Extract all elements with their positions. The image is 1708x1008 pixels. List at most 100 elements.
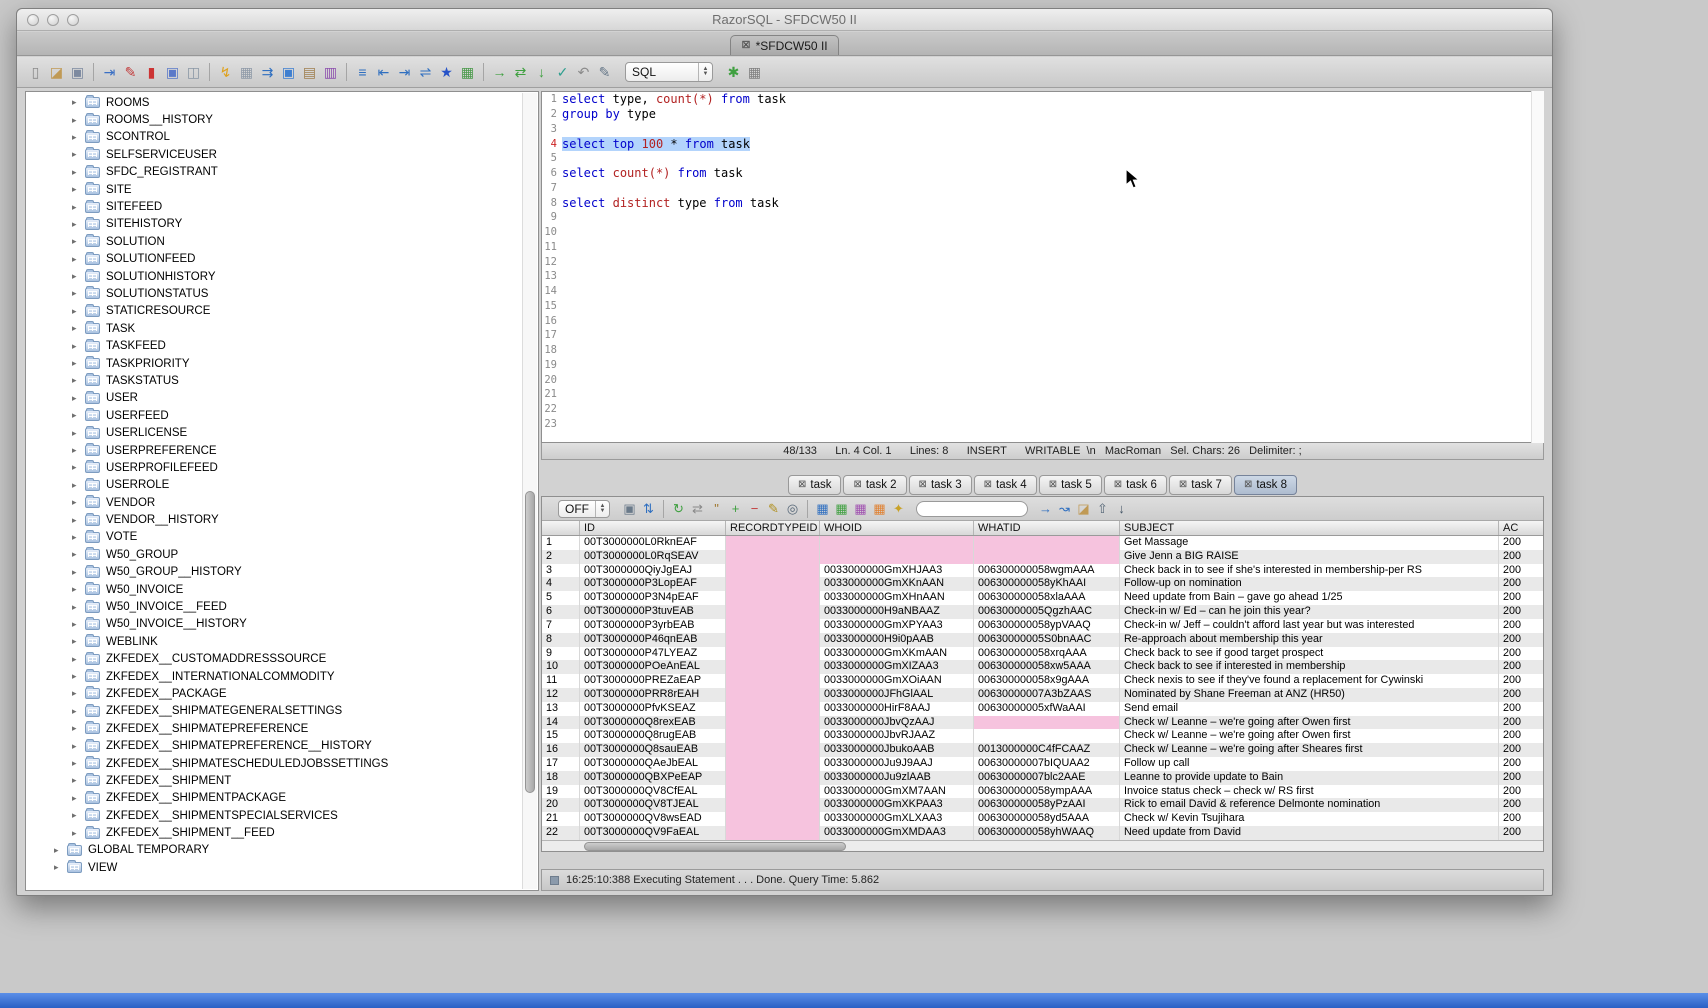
indent-right-icon[interactable]: ⇥	[394, 62, 415, 83]
cell[interactable]: 200	[1499, 688, 1543, 702]
results-search-input[interactable]	[916, 501, 1028, 517]
disclosure-triangle-icon[interactable]: ▸	[72, 810, 85, 821]
column-header[interactable]	[542, 521, 580, 535]
cell[interactable]: 200	[1499, 536, 1543, 550]
cell[interactable]: 00T3000000POeAnEAL	[580, 660, 726, 674]
tree-item[interactable]: ▸W50_INVOICE	[26, 581, 538, 598]
cell[interactable]	[974, 536, 1120, 550]
tree-item[interactable]: ▸ZKFEDEX__PACKAGE	[26, 685, 538, 702]
tree-item[interactable]: ▸GLOBAL TEMPORARY	[26, 842, 538, 859]
editor-line[interactable]: 13	[542, 269, 1543, 284]
editor-line[interactable]: 15	[542, 299, 1543, 314]
cell[interactable]: 0033000000HirF8AAJ	[820, 702, 974, 716]
export-file-icon[interactable]: ⇧	[1093, 499, 1112, 518]
commit-icon[interactable]: ✓	[552, 62, 573, 83]
editor-line[interactable]: 21	[542, 387, 1543, 402]
cell[interactable]: 0033000000GmXHnAAN	[820, 591, 974, 605]
disclosure-triangle-icon[interactable]: ▸	[72, 358, 85, 369]
tree-item[interactable]: ▸USERPROFILEFEED	[26, 459, 538, 476]
tree-item[interactable]: ▸TASK	[26, 320, 538, 337]
cell[interactable]: 00T3000000L0RknEAF	[580, 536, 726, 550]
cell[interactable]: 00T3000000P3N4pEAF	[580, 591, 726, 605]
cell[interactable]: 200	[1499, 647, 1543, 661]
disclosure-triangle-icon[interactable]: ▸	[72, 793, 85, 804]
download-icon[interactable]: ↓	[1112, 499, 1131, 518]
cell[interactable]: 00T3000000P3yrbEAB	[580, 619, 726, 633]
cell[interactable]: 00T3000000QBXPeEAP	[580, 771, 726, 785]
cell[interactable]: 200	[1499, 660, 1543, 674]
close-tab-icon[interactable]: ⊠	[1179, 480, 1187, 490]
disclosure-triangle-icon[interactable]: ▸	[72, 480, 85, 491]
cell[interactable]: Check w/ Leanne – we're going after Owen…	[1120, 716, 1499, 730]
table-row[interactable]: 1700T3000000QAeJbEAL0033000000Ju9J9AAJ00…	[542, 757, 1543, 771]
result-tab[interactable]: ⊠task 5	[1039, 475, 1102, 495]
cell[interactable]: 006300000058xrqAAA	[974, 647, 1120, 661]
connection-tab[interactable]: ⊠ *SFDCW50 II	[730, 35, 838, 55]
table-row[interactable]: 1100T3000000PREZaEAP0033000000GmXOiAAN00…	[542, 674, 1543, 688]
cell[interactable]: 0033000000JbvRJAAZ	[820, 729, 974, 743]
editor-line[interactable]: 3	[542, 122, 1543, 137]
follow-fk-icon[interactable]: ↝	[1055, 499, 1074, 518]
result-tab[interactable]: ⊠task 4	[974, 475, 1037, 495]
column-header[interactable]: RECORDTYPEID	[726, 521, 820, 535]
close-tab-icon[interactable]: ⊠	[798, 480, 806, 490]
table-row[interactable]: 700T3000000P3yrbEAB0033000000GmXPYAA3006…	[542, 619, 1543, 633]
editor-line[interactable]: 20	[542, 372, 1543, 387]
cell[interactable]: 0033000000Ju9J9AAJ	[820, 757, 974, 771]
cell[interactable]: 0033000000GmXOiAAN	[820, 674, 974, 688]
cell[interactable]: 006300000058yhWAAQ	[974, 826, 1120, 840]
disclosure-triangle-icon[interactable]: ▸	[72, 202, 85, 213]
tree-item[interactable]: ▸TASKPRIORITY	[26, 355, 538, 372]
cell[interactable]: 00T3000000QV9FaEAL	[580, 826, 726, 840]
sql-editor[interactable]: 1select type, count(*) from task2group b…	[541, 91, 1544, 443]
cell[interactable]: 200	[1499, 605, 1543, 619]
disclosure-triangle-icon[interactable]: ▸	[72, 688, 85, 699]
disclosure-triangle-icon[interactable]: ▸	[72, 393, 85, 404]
refresh-icon[interactable]: ↻	[669, 499, 688, 518]
cell[interactable]	[726, 674, 820, 688]
cell[interactable]: 00630000007blc2AAE	[974, 771, 1120, 785]
cell[interactable]	[726, 757, 820, 771]
cell[interactable]: Leanne to provide update to Bain	[1120, 771, 1499, 785]
table-row[interactable]: 2100T3000000QV8wsEAD0033000000GmXLXAA300…	[542, 812, 1543, 826]
rollback-icon[interactable]: ↶	[573, 62, 594, 83]
disclosure-triangle-icon[interactable]: ▸	[72, 236, 85, 247]
tree-item[interactable]: ▸ZKFEDEX__SHIPMENTPACKAGE	[26, 790, 538, 807]
tree-item[interactable]: ▸ROOMS__HISTORY	[26, 111, 538, 128]
cell[interactable]: 00T3000000L0RqSEAV	[580, 550, 726, 564]
execute-sql-icon[interactable]: ↯	[215, 62, 236, 83]
cell[interactable]: Need update from David	[1120, 826, 1499, 840]
tree-item[interactable]: ▸SCONTROL	[26, 129, 538, 146]
cell[interactable]: 00T3000000QV8TJEAL	[580, 798, 726, 812]
tree-item[interactable]: ▸ZKFEDEX__CUSTOMADDRESSSOURCE	[26, 651, 538, 668]
disclosure-triangle-icon[interactable]: ▸	[72, 584, 85, 595]
cell[interactable]: Check back to see if interested in membe…	[1120, 660, 1499, 674]
editor-line[interactable]: 8select distinct type from task	[542, 195, 1543, 210]
editor-line[interactable]: 12	[542, 254, 1543, 269]
find-in-results-icon[interactable]: ◎	[783, 499, 802, 518]
cell[interactable]	[726, 550, 820, 564]
cell[interactable]	[726, 702, 820, 716]
format-sql-icon[interactable]: ≡	[352, 62, 373, 83]
table-row[interactable]: 800T3000000P46qnEAB0033000000H9i0pAAB006…	[542, 633, 1543, 647]
cell[interactable]	[726, 688, 820, 702]
disclosure-triangle-icon[interactable]: ▸	[54, 862, 67, 873]
tree-item[interactable]: ▸SITE	[26, 181, 538, 198]
archive-icon[interactable]: ◫	[183, 62, 204, 83]
editor-line[interactable]: 2group by type	[542, 107, 1543, 122]
table-copy-icon[interactable]: ▦	[832, 499, 851, 518]
cell[interactable]	[726, 771, 820, 785]
cell[interactable]: 200	[1499, 812, 1543, 826]
disclosure-triangle-icon[interactable]: ▸	[72, 149, 85, 160]
table-export-icon[interactable]: ▦	[870, 499, 889, 518]
disclosure-triangle-icon[interactable]: ▸	[72, 167, 85, 178]
cell[interactable]: 200	[1499, 729, 1543, 743]
editor-line[interactable]: 11	[542, 240, 1543, 255]
cell[interactable]: 0033000000Ju9zlAAB	[820, 771, 974, 785]
result-tab[interactable]: ⊠task 2	[843, 475, 906, 495]
cell[interactable]	[726, 812, 820, 826]
editor-line[interactable]: 7	[542, 181, 1543, 196]
cell[interactable]: 200	[1499, 702, 1543, 716]
cell[interactable]: 0033000000GmXM7AAN	[820, 785, 974, 799]
cell[interactable]	[726, 633, 820, 647]
